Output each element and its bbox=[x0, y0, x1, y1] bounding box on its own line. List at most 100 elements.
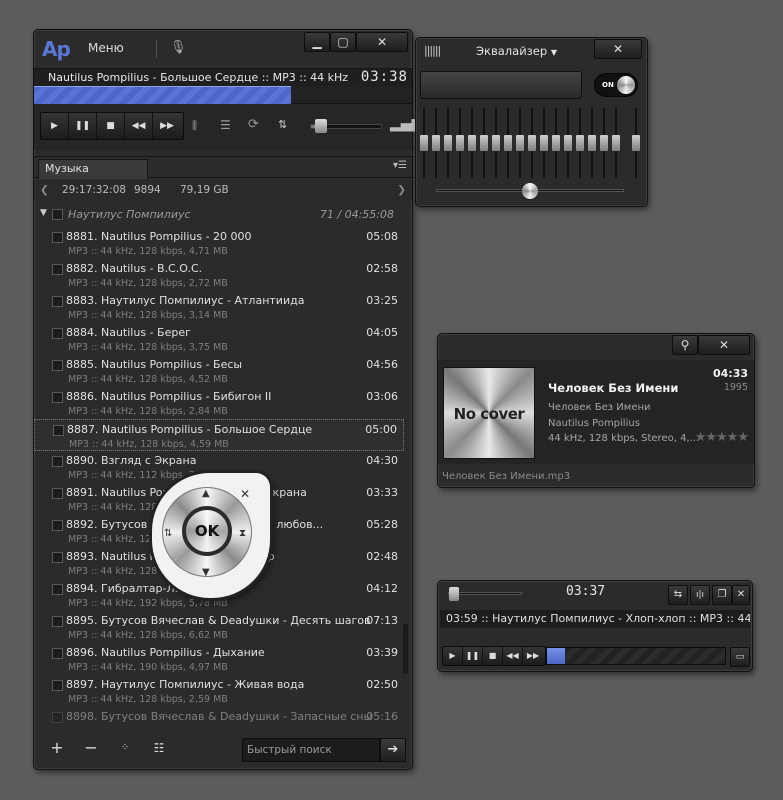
mini-seek-knob[interactable] bbox=[449, 587, 459, 601]
remote-close-icon[interactable]: ✕ bbox=[240, 487, 250, 501]
seek-bar[interactable] bbox=[34, 86, 412, 104]
chevron-right-icon[interactable]: ❯ bbox=[397, 184, 406, 196]
track-checkbox[interactable] bbox=[52, 232, 63, 243]
close-button[interactable]: ✕ bbox=[356, 32, 408, 52]
track-checkbox[interactable] bbox=[52, 520, 63, 531]
track-checkbox[interactable] bbox=[53, 425, 64, 436]
eq-band-knob[interactable] bbox=[516, 135, 524, 151]
track-checkbox[interactable] bbox=[52, 360, 63, 371]
balance-knob[interactable] bbox=[522, 183, 538, 199]
time-display[interactable]: 03:38 bbox=[361, 69, 408, 85]
menu-button[interactable]: Меню bbox=[88, 41, 124, 55]
mini-play-button[interactable]: ▶ bbox=[443, 647, 463, 665]
table-row[interactable]: 8883. Наутилус Помпилиус - Атлантиида MP3… bbox=[34, 291, 404, 323]
track-checkbox[interactable] bbox=[52, 488, 63, 499]
remove-icon[interactable]: − bbox=[82, 740, 100, 758]
microphone-icon[interactable]: 🎙 bbox=[170, 40, 187, 55]
eq-band-slider[interactable] bbox=[576, 108, 584, 178]
track-checkbox[interactable] bbox=[52, 328, 63, 339]
eq-band-knob[interactable] bbox=[540, 135, 548, 151]
arrow-left-icon[interactable]: ⇅ bbox=[164, 528, 172, 539]
eq-band-slider[interactable] bbox=[528, 108, 536, 178]
select-icon[interactable]: ⁘ bbox=[116, 740, 134, 758]
eq-band-knob[interactable] bbox=[492, 135, 500, 151]
eq-band-knob[interactable] bbox=[468, 135, 476, 151]
volume-knob[interactable] bbox=[315, 119, 327, 133]
table-row[interactable]: 8898. Бутусов Вячеслав & Deadушки - Запа… bbox=[34, 707, 404, 723]
table-row[interactable]: 8882. Nautilus - B.C.O.C. MP3 :: 44 kHz, … bbox=[34, 259, 404, 291]
play-button[interactable]: ▶ bbox=[41, 113, 69, 139]
mini-seek-slider[interactable] bbox=[448, 587, 522, 601]
previous-button[interactable]: ◀◀ bbox=[125, 113, 153, 139]
table-row[interactable]: 8895. Бутусов Вячеслав & Deadушки - Деся… bbox=[34, 611, 404, 643]
track-checkbox[interactable] bbox=[52, 648, 63, 659]
eq-band-slider[interactable] bbox=[492, 108, 500, 178]
arrow-right-icon[interactable]: ⧗ bbox=[239, 528, 246, 539]
group-header[interactable]: ▼ Наутилус Помпилиус 71 / 04:55:08 bbox=[34, 206, 412, 224]
eq-band-slider[interactable] bbox=[588, 108, 596, 178]
eq-band-slider[interactable] bbox=[420, 108, 428, 178]
table-row[interactable]: 8896. Nautilus Pompilius - Дыхание MP3 ::… bbox=[34, 643, 404, 675]
mini-expand-button[interactable]: ▭ bbox=[730, 647, 750, 667]
quick-search-input[interactable]: Быстрый поиск bbox=[242, 738, 380, 762]
table-row[interactable]: 8884. Nautilus - Берег MP3 :: 44 kHz, 128… bbox=[34, 323, 404, 355]
group-checkbox[interactable] bbox=[52, 209, 63, 220]
eq-band-knob[interactable] bbox=[456, 135, 464, 151]
eq-band-knob[interactable] bbox=[600, 135, 608, 151]
arrow-down-icon[interactable]: ▼ bbox=[202, 567, 210, 578]
table-row[interactable]: 8887. Nautilus Pompilius - Большое Сердц… bbox=[34, 419, 404, 451]
eq-band-knob[interactable] bbox=[528, 135, 536, 151]
equalizer-icon[interactable]: ⫼ bbox=[192, 119, 197, 133]
search-icon[interactable]: ⚲ bbox=[672, 335, 698, 355]
mini-pause-button[interactable]: ❚❚ bbox=[463, 647, 483, 665]
mini-prev-button[interactable]: ◀◀ bbox=[503, 647, 523, 665]
next-button[interactable]: ▶▶ bbox=[153, 113, 181, 139]
mini-next-button[interactable]: ▶▶ bbox=[523, 647, 543, 665]
chevron-left-icon[interactable]: ❮ bbox=[40, 184, 49, 196]
eq-band-slider[interactable] bbox=[432, 108, 440, 178]
eq-band-slider[interactable] bbox=[480, 108, 488, 178]
eq-band-slider[interactable] bbox=[552, 108, 560, 178]
table-row[interactable]: 8897. Наутилус Помпилиус - Живая вода MP3… bbox=[34, 675, 404, 707]
eq-band-knob[interactable] bbox=[564, 135, 572, 151]
playlist-icon[interactable]: ☰ bbox=[220, 118, 231, 132]
rating-stars[interactable]: ★★★★★ bbox=[695, 430, 749, 445]
track-checkbox[interactable] bbox=[52, 584, 63, 595]
eq-band-knob[interactable] bbox=[432, 135, 440, 151]
collapse-icon[interactable]: ▼ bbox=[40, 208, 47, 218]
equalizer-toggle[interactable]: ON bbox=[594, 73, 638, 97]
table-row[interactable]: 8881. Nautilus Pompilius - 20 000 MP3 :: … bbox=[34, 227, 404, 259]
shuffle-icon[interactable]: ⇅ bbox=[278, 118, 287, 131]
mini-stop-button[interactable]: ■ bbox=[483, 647, 503, 665]
track-checkbox[interactable] bbox=[52, 680, 63, 691]
eq-band-slider[interactable] bbox=[612, 108, 620, 178]
eq-band-knob[interactable] bbox=[444, 135, 452, 151]
equalizer-title[interactable]: Эквалайзер ▼ bbox=[476, 44, 557, 58]
table-row[interactable]: 8886. Nautilus Pompilius - Бибигон II MP3… bbox=[34, 387, 404, 419]
maximize-button[interactable]: ▢ bbox=[330, 32, 356, 52]
info-close-button[interactable]: ✕ bbox=[698, 335, 750, 355]
eq-band-knob[interactable] bbox=[552, 135, 560, 151]
track-checkbox[interactable] bbox=[52, 392, 63, 403]
eq-band-slider[interactable] bbox=[468, 108, 476, 178]
balance-slider[interactable] bbox=[436, 183, 624, 199]
eq-band-knob[interactable] bbox=[632, 135, 640, 151]
mini-eq-icon[interactable]: ı|ı bbox=[690, 585, 710, 605]
ok-button[interactable]: OK bbox=[182, 506, 232, 556]
eq-band-knob[interactable] bbox=[588, 135, 596, 151]
eq-band-slider[interactable] bbox=[600, 108, 608, 178]
eq-band-knob[interactable] bbox=[504, 135, 512, 151]
eq-band-slider[interactable] bbox=[516, 108, 524, 178]
list-icon[interactable]: ☷ bbox=[150, 740, 168, 758]
track-checkbox[interactable] bbox=[52, 264, 63, 275]
eq-band-slider[interactable] bbox=[456, 108, 464, 178]
tab-menu-icon[interactable]: ▾☰ bbox=[393, 160, 407, 171]
search-go-button[interactable]: ➔ bbox=[380, 738, 406, 762]
track-checkbox[interactable] bbox=[52, 712, 63, 723]
pause-button[interactable]: ❚❚ bbox=[69, 113, 97, 139]
track-checkbox[interactable] bbox=[52, 456, 63, 467]
repeat-icon[interactable]: ⟳ bbox=[248, 117, 259, 132]
track-checkbox[interactable] bbox=[52, 552, 63, 563]
add-icon[interactable]: + bbox=[48, 740, 66, 758]
eq-band-knob[interactable] bbox=[480, 135, 488, 151]
